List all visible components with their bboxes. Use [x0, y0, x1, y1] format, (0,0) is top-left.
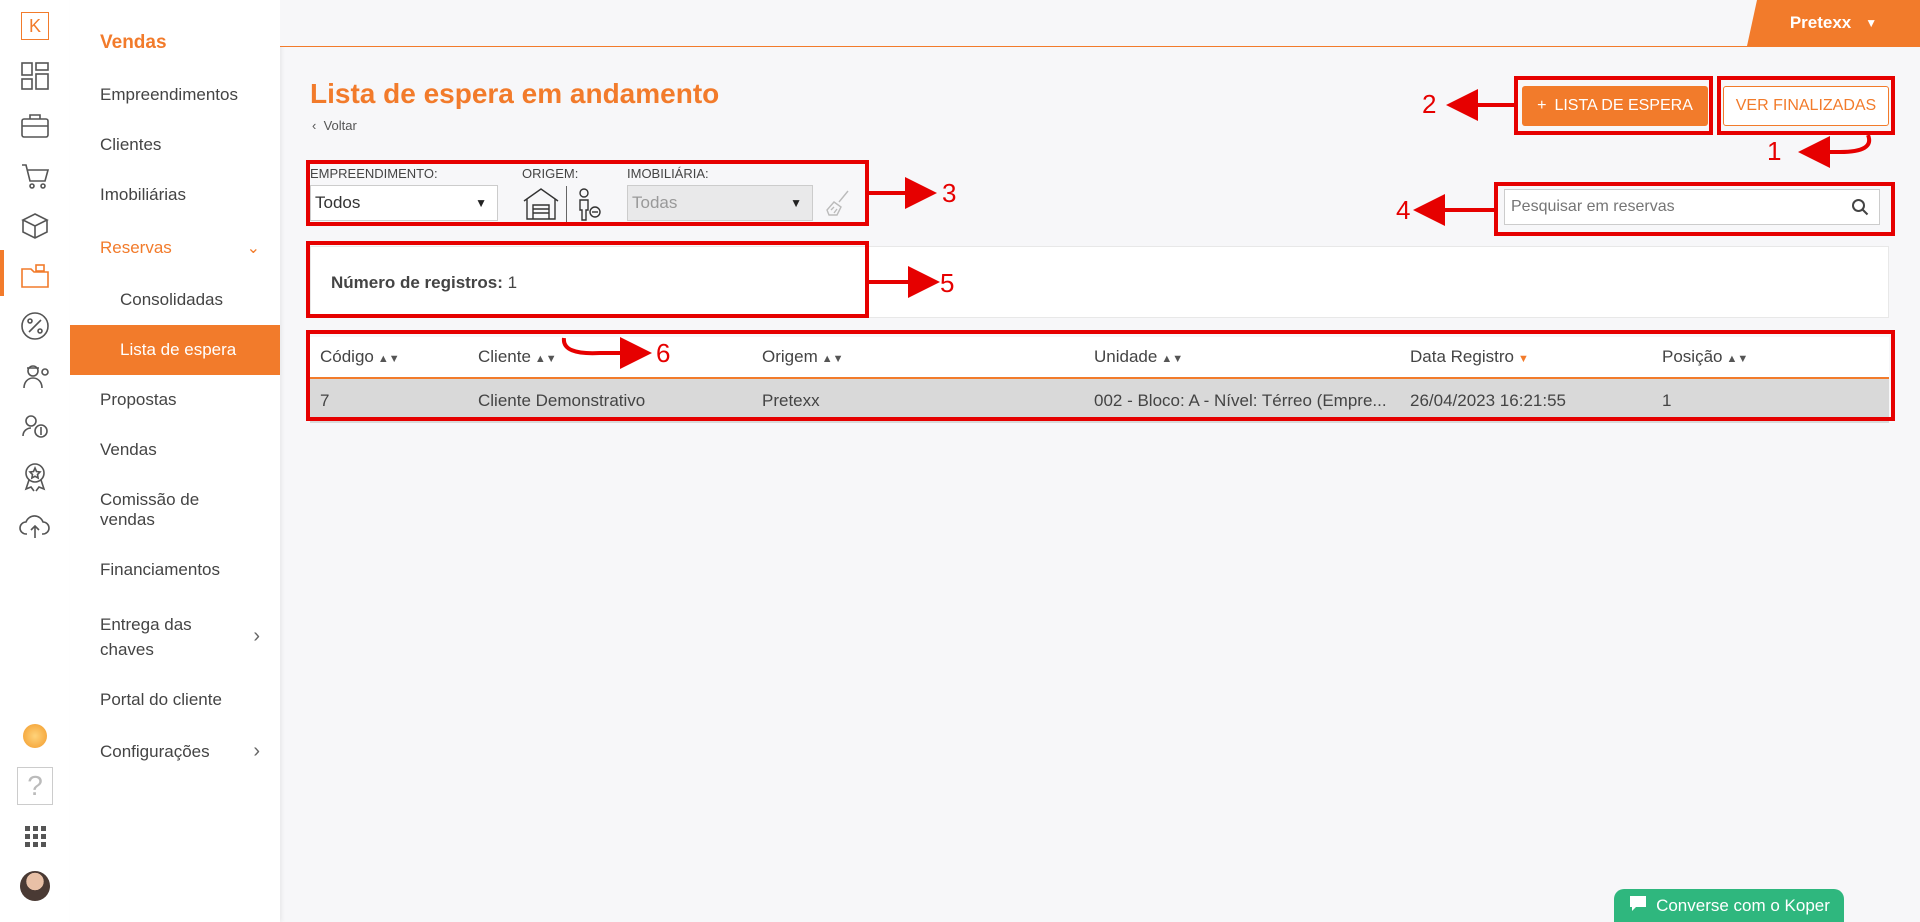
annotation-number-4: 4: [1396, 195, 1411, 225]
chat-button[interactable]: Converse com o Koper: [1614, 889, 1844, 922]
chat-label: Converse com o Koper: [1656, 895, 1830, 915]
annotation-arrows: [561, 89, 1872, 369]
annotation-number-2: 2: [1422, 89, 1437, 119]
annotation-number-6: 6: [656, 338, 671, 368]
annotation-number-3: 3: [942, 178, 957, 208]
chat-bubble-icon: [1628, 894, 1648, 917]
annotation-number-1: 1: [1767, 136, 1782, 166]
annotation-number-5: 5: [940, 268, 955, 298]
